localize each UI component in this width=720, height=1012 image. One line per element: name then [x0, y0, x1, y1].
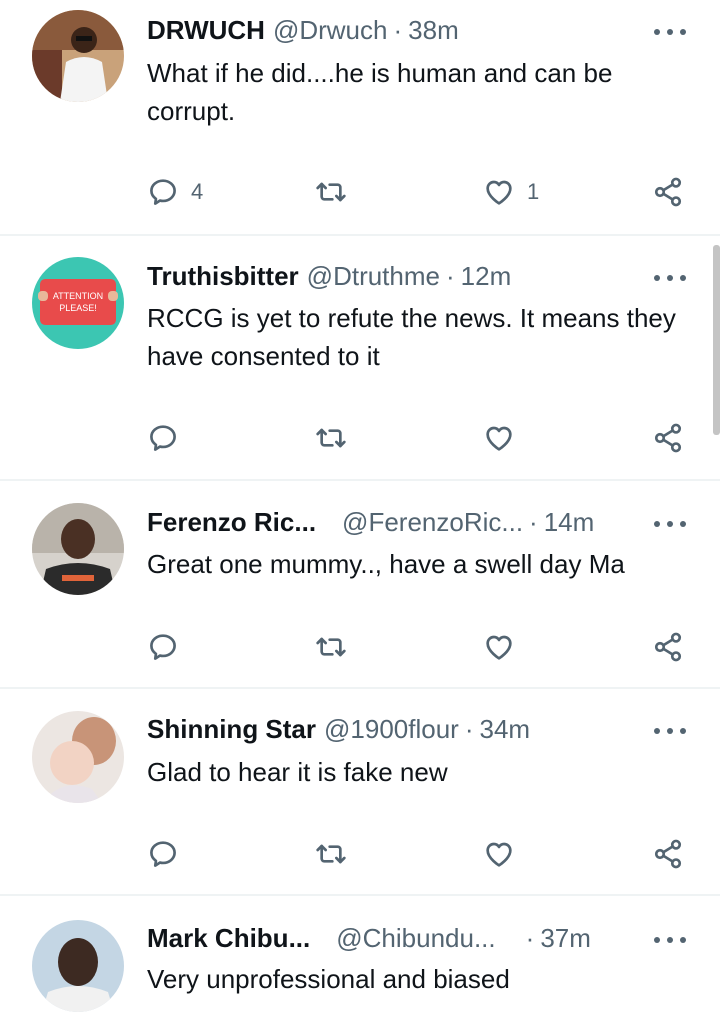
- reply-tweet[interactable]: DRWUCH @Drwuch · 38m What if he did....h…: [0, 0, 720, 236]
- author-handle[interactable]: @FerenzoRic...: [342, 507, 523, 538]
- heart-icon: [483, 176, 515, 208]
- reply-tweet[interactable]: ATTENTION PLEASE! Truthisbitter @Dtruthm…: [0, 236, 720, 481]
- heart-icon: [483, 422, 515, 454]
- share-icon: [652, 422, 684, 454]
- more-icon[interactable]: [654, 930, 686, 950]
- timestamp[interactable]: 38m: [408, 15, 459, 46]
- avatar[interactable]: [32, 920, 124, 1012]
- author-handle[interactable]: @Dtruthme: [307, 261, 440, 292]
- separator-dot: ·: [446, 260, 455, 291]
- author-name[interactable]: Shinning Star: [147, 714, 316, 745]
- share-button[interactable]: [652, 834, 684, 874]
- reply-icon: [147, 631, 179, 663]
- retweet-icon: [315, 838, 347, 870]
- reply-icon: [147, 838, 179, 870]
- reply-tweet[interactable]: Ferenzo Ric... @FerenzoRic... · 14m Grea…: [0, 481, 720, 689]
- scrollbar[interactable]: [713, 245, 720, 435]
- heart-icon: [483, 631, 515, 663]
- like-count: 1: [527, 179, 540, 204]
- share-button[interactable]: [652, 627, 684, 667]
- author-handle[interactable]: @Drwuch: [273, 15, 388, 46]
- more-icon[interactable]: [654, 22, 686, 42]
- tweet-text: Glad to hear it is fake new: [147, 757, 448, 787]
- like-button[interactable]: [483, 418, 527, 458]
- retweet-button[interactable]: [315, 834, 359, 874]
- author-name[interactable]: Ferenzo Ric...: [147, 507, 316, 538]
- tweet-text: Very unprofessional and biased: [147, 964, 510, 994]
- retweet-button[interactable]: [315, 627, 359, 667]
- separator-dot: ·: [464, 713, 474, 744]
- retweet-icon: [315, 176, 347, 208]
- timestamp[interactable]: 12m: [461, 261, 512, 292]
- share-icon: [652, 631, 684, 663]
- avatar[interactable]: ATTENTION PLEASE!: [32, 257, 124, 349]
- separator-dot: ·: [393, 14, 403, 45]
- reply-icon: [147, 176, 179, 208]
- retweet-icon: [315, 422, 347, 454]
- retweet-icon: [315, 631, 347, 663]
- separator-dot: ·: [525, 922, 535, 953]
- author-handle[interactable]: @Chibundu...: [336, 923, 495, 954]
- heart-icon: [483, 838, 515, 870]
- share-button[interactable]: [652, 418, 684, 458]
- more-icon[interactable]: [654, 721, 686, 741]
- more-icon[interactable]: [654, 268, 686, 288]
- like-button[interactable]: [483, 627, 527, 667]
- reply-tweet[interactable]: Shinning Star @1900flour · 34m Glad to h…: [0, 689, 720, 896]
- avatar[interactable]: [32, 10, 124, 102]
- reply-tweet[interactable]: Mark Chibu... @Chibundu... · 37m Very un…: [0, 896, 720, 1012]
- avatar[interactable]: [32, 503, 124, 595]
- retweet-button[interactable]: [315, 418, 359, 458]
- timestamp[interactable]: 37m: [540, 923, 591, 954]
- avatar[interactable]: [32, 711, 124, 803]
- reply-count: 4: [191, 179, 204, 204]
- author-name[interactable]: Truthisbitter: [147, 261, 299, 292]
- avatar-sign-text: PLEASE!: [59, 303, 97, 313]
- timestamp[interactable]: 34m: [479, 714, 530, 745]
- action-bar: 4 1: [147, 172, 690, 212]
- reply-icon: [147, 422, 179, 454]
- reply-button[interactable]: [147, 418, 191, 458]
- author-name[interactable]: DRWUCH: [147, 15, 265, 46]
- action-bar: [147, 418, 690, 458]
- share-icon: [652, 176, 684, 208]
- separator-dot: ·: [529, 506, 538, 537]
- action-bar: [147, 834, 690, 874]
- share-button[interactable]: [652, 172, 684, 212]
- tweet-text: What if he did....he is human and can be…: [147, 58, 613, 126]
- tweet-text: Great one mummy.., have a swell day Ma: [147, 549, 625, 579]
- more-icon[interactable]: [654, 514, 686, 534]
- timestamp[interactable]: 14m: [544, 507, 595, 538]
- reply-button[interactable]: 4: [147, 172, 203, 212]
- share-icon: [652, 838, 684, 870]
- author-handle[interactable]: @1900flour: [324, 714, 459, 745]
- retweet-button[interactable]: [315, 172, 359, 212]
- action-bar: [147, 627, 690, 667]
- avatar-sign-text: ATTENTION: [53, 291, 103, 301]
- like-button[interactable]: 1: [483, 172, 539, 212]
- author-name[interactable]: Mark Chibu...: [147, 923, 310, 954]
- reply-button[interactable]: [147, 627, 191, 667]
- reply-button[interactable]: [147, 834, 191, 874]
- tweet-text: RCCG is yet to refute the news. It means…: [147, 303, 676, 371]
- like-button[interactable]: [483, 834, 527, 874]
